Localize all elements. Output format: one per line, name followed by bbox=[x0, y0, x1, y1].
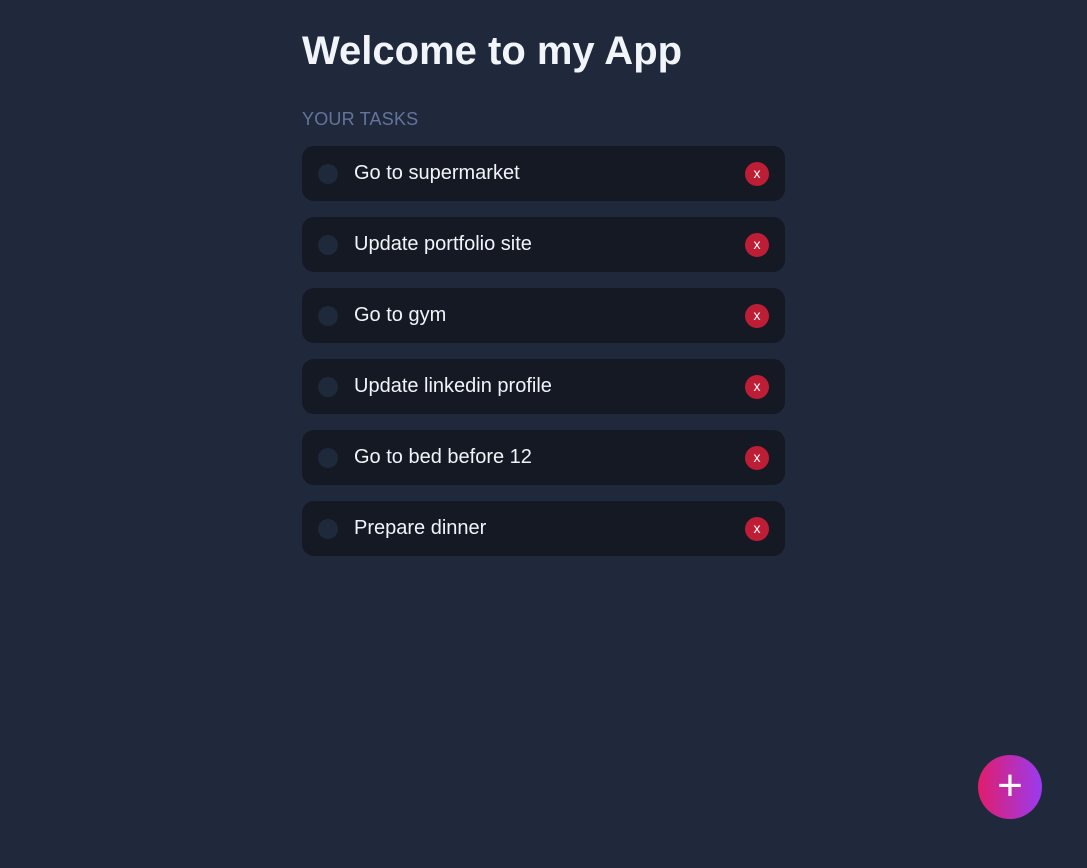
task-label: Go to supermarket bbox=[354, 162, 520, 184]
main-content: Welcome to my App YOUR TASKS Go to super… bbox=[302, 0, 785, 572]
delete-task-button[interactable]: x bbox=[745, 303, 769, 328]
task-label: Go to bed before 12 bbox=[354, 446, 532, 468]
task-item: Go to gym x bbox=[302, 288, 785, 343]
task-checkbox[interactable] bbox=[318, 518, 338, 539]
delete-task-button[interactable]: x bbox=[745, 161, 769, 186]
tasks-section-label: YOUR TASKS bbox=[302, 109, 419, 129]
task-checkbox[interactable] bbox=[318, 376, 338, 397]
task-item: Update linkedin profile x bbox=[302, 359, 785, 414]
task-label: Prepare dinner bbox=[354, 517, 487, 539]
delete-task-button[interactable]: x bbox=[745, 374, 769, 399]
delete-task-button[interactable]: x bbox=[745, 232, 769, 257]
task-item: Go to bed before 12 x bbox=[302, 430, 785, 485]
delete-task-button[interactable]: x bbox=[745, 445, 769, 470]
task-checkbox[interactable] bbox=[318, 234, 338, 255]
task-item: Prepare dinner x bbox=[302, 501, 785, 556]
task-label: Update linkedin profile bbox=[354, 375, 552, 397]
delete-task-button[interactable]: x bbox=[745, 516, 769, 541]
plus-icon: + bbox=[997, 761, 1023, 810]
task-list: Go to supermarket x Update portfolio sit… bbox=[302, 146, 785, 556]
task-item: Update portfolio site x bbox=[302, 217, 785, 272]
page-title: Welcome to my App bbox=[302, 29, 683, 73]
task-item: Go to supermarket x bbox=[302, 146, 785, 201]
task-checkbox[interactable] bbox=[318, 305, 338, 326]
task-checkbox[interactable] bbox=[318, 447, 338, 468]
task-label: Update portfolio site bbox=[354, 233, 532, 255]
add-task-button[interactable]: + bbox=[978, 755, 1042, 819]
task-checkbox[interactable] bbox=[318, 163, 338, 184]
task-label: Go to gym bbox=[354, 304, 447, 326]
